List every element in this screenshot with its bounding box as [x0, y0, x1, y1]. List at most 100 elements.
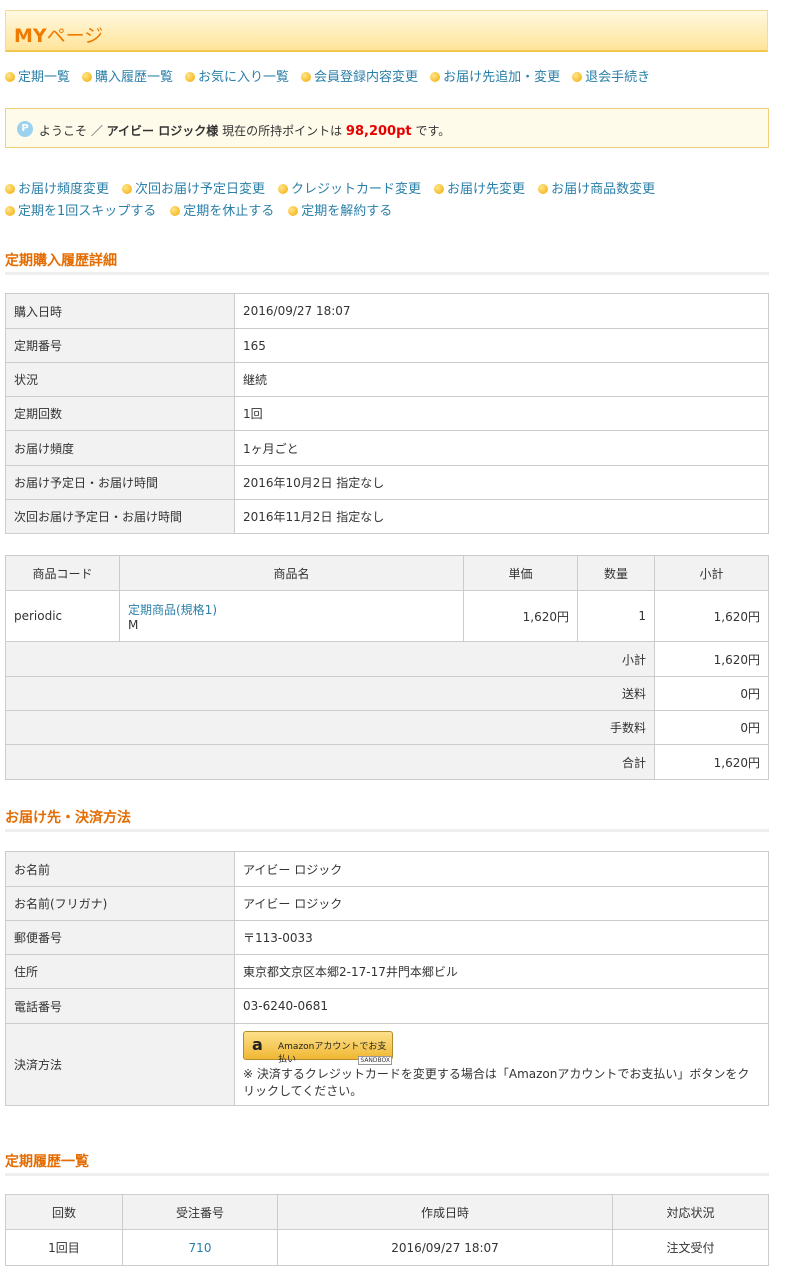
column-header: 商品コード — [5, 555, 120, 591]
bullet-icon — [572, 72, 583, 82]
detail-label: お届け頻度 — [5, 430, 235, 466]
link-change-next-date[interactable]: 次回お届け予定日変更 — [122, 178, 265, 197]
amazon-logo-icon: a — [252, 1035, 263, 1054]
item-subtotal: 1,620円 — [654, 590, 769, 642]
detail-label: お届け予定日・お届け時間 — [5, 465, 235, 500]
link-cancel[interactable]: 定期を解約する — [288, 200, 392, 219]
column-header: 小計 — [654, 555, 769, 591]
bullet-icon — [288, 206, 299, 216]
detail-value: 2016年11月2日 指定なし — [234, 499, 769, 534]
table-header-row: 商品コード 商品名 単価 数量 小計 — [5, 555, 769, 591]
link-change-frequency[interactable]: お届け頻度変更 — [5, 178, 109, 197]
summary-label: 送料 — [5, 676, 655, 711]
bullet-icon — [301, 72, 312, 82]
table-row: 定期回数 1回 — [5, 396, 769, 431]
summary-value: 0円 — [654, 710, 769, 745]
column-header: 受注番号 — [122, 1194, 278, 1230]
nav-member-info[interactable]: 会員登録内容変更 — [301, 66, 418, 85]
detail-label: 購入日時 — [5, 293, 235, 329]
link-skip-once[interactable]: 定期を1回スキップする — [5, 200, 156, 219]
amazon-pay-button[interactable]: a Amazonアカウントでお支払い SANDBOX — [243, 1031, 393, 1065]
table-row: 決済方法 a Amazonアカウントでお支払い SANDBOX ※ 決済するクレ… — [5, 1023, 769, 1106]
item-name-link[interactable]: 定期商品(規格1) — [128, 601, 455, 618]
welcome-prefix: ようこそ ／ — [39, 124, 103, 138]
history-table: 回数 受注番号 作成日時 対応状況 1回目 710 2016/09/27 18:… — [5, 1194, 769, 1266]
mypage-header: MYページ — [5, 10, 768, 52]
bullet-icon — [170, 206, 181, 216]
link-change-address[interactable]: お届け先変更 — [434, 178, 525, 197]
detail-value: 165 — [234, 328, 769, 363]
bullet-icon — [82, 72, 93, 82]
bullet-icon — [5, 206, 15, 216]
table-row: お届け予定日・お届け時間 2016年10月2日 指定なし — [5, 465, 769, 500]
table-row: 次回お届け予定日・お届け時間 2016年11月2日 指定なし — [5, 499, 769, 534]
nav-delivery-address[interactable]: お届け先追加・変更 — [430, 66, 560, 85]
action-links-row2: 定期を1回スキップする 定期を休止する 定期を解約する — [5, 200, 404, 219]
summary-row: 手数料 0円 — [5, 710, 769, 745]
summary-label: 小計 — [5, 641, 655, 677]
table-row: 1回目 710 2016/09/27 18:07 注文受付 — [5, 1229, 769, 1266]
delivery-label: お名前(フリガナ) — [5, 886, 235, 921]
summary-value: 1,620円 — [654, 641, 769, 677]
detail-table: 購入日時 2016/09/27 18:07 定期番号 165 状況 継続 定期回数 1回… — [5, 293, 769, 534]
bullet-icon — [434, 184, 445, 194]
table-row: periodic 定期商品(規格1) M 1,620円 1 1,620円 — [5, 590, 769, 642]
detail-label: 状況 — [5, 362, 235, 397]
page-title: MYページ — [14, 25, 104, 47]
item-code: periodic — [5, 590, 120, 642]
detail-label: 次回お届け予定日・お届け時間 — [5, 499, 235, 534]
delivery-label: お名前 — [5, 851, 235, 887]
detail-value: 2016/09/27 18:07 — [234, 293, 769, 329]
table-row: お名前 アイビー ロジック — [5, 851, 769, 887]
bullet-icon — [538, 184, 549, 194]
detail-value: 継続 — [234, 362, 769, 397]
payment-label: 決済方法 — [5, 1023, 235, 1106]
order-number-link[interactable]: 710 — [189, 1241, 212, 1255]
table-row: 郵便番号 〒113-0033 — [5, 920, 769, 955]
table-row: 定期番号 165 — [5, 328, 769, 363]
item-variant: M — [128, 617, 139, 632]
link-change-credit-card[interactable]: クレジットカード変更 — [278, 178, 421, 197]
column-header: 単価 — [463, 555, 578, 591]
nav-favorites[interactable]: お気に入り一覧 — [185, 66, 289, 85]
welcome-bar: P ようこそ ／ アイビー ロジック様 現在の所持ポイントは 98,200pt … — [5, 108, 769, 148]
item-price: 1,620円 — [463, 590, 578, 642]
link-change-quantity[interactable]: お届け商品数変更 — [538, 178, 655, 197]
welcome-suffix: です。 — [415, 124, 451, 138]
points-icon: P — [17, 121, 33, 137]
link-pause[interactable]: 定期を休止する — [170, 200, 274, 219]
summary-row: 送料 0円 — [5, 676, 769, 711]
bullet-icon — [278, 184, 289, 194]
summary-label: 合計 — [5, 744, 655, 780]
section-title-detail: 定期購入履歴詳細 — [5, 250, 769, 275]
delivery-table: お名前 アイビー ロジック お名前(フリガナ) アイビー ロジック 郵便番号 〒113… — [5, 851, 769, 1106]
summary-value: 0円 — [654, 676, 769, 711]
bullet-icon — [122, 184, 133, 194]
detail-value: 1回 — [234, 396, 769, 431]
delivery-label: 郵便番号 — [5, 920, 235, 955]
column-header: 商品名 — [119, 555, 464, 591]
delivery-value: アイビー ロジック — [234, 851, 769, 887]
payment-note: ※ 決済するクレジットカードを変更する場合は「Amazonアカウントでお支払い」… — [243, 1067, 750, 1098]
column-header: 対応状況 — [612, 1194, 769, 1230]
nav-purchase-history[interactable]: 購入履歴一覧 — [82, 66, 173, 85]
delivery-value: 03-6240-0681 — [234, 988, 769, 1024]
bullet-icon — [5, 184, 15, 194]
column-header: 回数 — [5, 1194, 123, 1230]
bullet-icon — [5, 72, 15, 82]
nav-subscription-list[interactable]: 定期一覧 — [5, 66, 70, 85]
detail-value: 1ヶ月ごと — [234, 430, 769, 466]
table-row: 電話番号 03-6240-0681 — [5, 988, 769, 1024]
bullet-icon — [430, 72, 441, 82]
column-header: 作成日時 — [277, 1194, 613, 1230]
items-table: 商品コード 商品名 単価 数量 小計 periodic 定期商品(規格1) M 1… — [5, 555, 769, 780]
delivery-label: 住所 — [5, 954, 235, 989]
summary-label: 手数料 — [5, 710, 655, 745]
table-row: 住所 東京都文京区本郷2-17-17井門本郷ビル — [5, 954, 769, 989]
detail-label: 定期番号 — [5, 328, 235, 363]
delivery-label: 電話番号 — [5, 988, 235, 1024]
nav-withdraw[interactable]: 退会手続き — [572, 66, 650, 85]
table-row: 購入日時 2016/09/27 18:07 — [5, 293, 769, 329]
table-row: お届け頻度 1ヶ月ごと — [5, 430, 769, 466]
detail-value: 2016年10月2日 指定なし — [234, 465, 769, 500]
